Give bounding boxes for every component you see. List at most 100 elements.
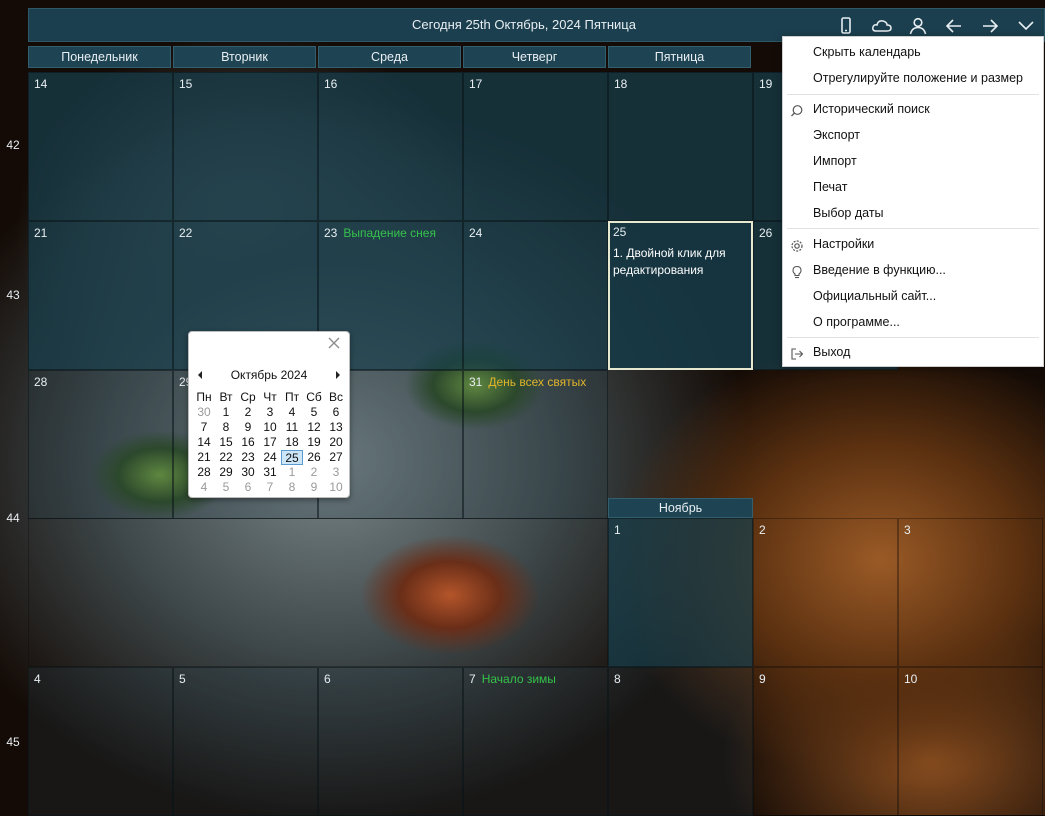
picker-day[interactable]: 27 [325,450,347,465]
menu-item-feature-intro[interactable]: Введение в функцию... [783,258,1043,282]
menu-item-print[interactable]: Печат [783,175,1043,199]
day-cell[interactable]: 21 [28,221,173,370]
day-cell[interactable]: 31 День всех святых [463,370,608,519]
picker-weekday: Вс [328,390,343,404]
picker-week-row: 14 15 16 17 18 19 20 [193,435,347,450]
triangle-left-icon[interactable] [195,369,205,381]
weekday-header: Вторник [173,46,316,68]
menu-item-adjust-position[interactable]: Отрегулируйте положение и размер [783,66,1043,90]
picker-day[interactable]: 21 [193,450,215,465]
menu-item-history-search[interactable]: Исторический поиск [783,97,1043,121]
menu-item-date-select[interactable]: Выбор даты [783,201,1043,225]
picker-day[interactable]: 23 [237,450,259,465]
picker-day[interactable]: 10 [259,420,281,435]
picker-weekday: Сб [306,390,322,404]
picker-day[interactable]: 30 [237,465,259,480]
picker-day[interactable]: 3 [259,405,281,420]
phone-icon[interactable] [835,16,857,36]
picker-day[interactable]: 7 [193,420,215,435]
day-cell-today[interactable]: 25 1. Двойной клик для редактирования [608,221,753,370]
menu-item-exit[interactable]: Выход [783,340,1043,364]
picker-day[interactable]: 28 [193,465,215,480]
picker-day[interactable]: 6 [237,480,259,495]
close-icon[interactable] [327,336,341,350]
triangle-right-icon[interactable] [333,369,343,381]
picker-day-selected[interactable]: 25 [281,450,303,465]
arrow-left-icon[interactable] [943,16,965,36]
picker-day[interactable]: 1 [215,405,237,420]
picker-day[interactable]: 10 [325,480,347,495]
picker-day[interactable]: 2 [237,405,259,420]
picker-month-title[interactable]: Октябрь 2024 [209,368,329,382]
day-cell[interactable]: 16 [318,72,463,221]
picker-day[interactable]: 9 [303,480,325,495]
picker-day[interactable]: 24 [259,450,281,465]
event-note[interactable]: 1. Двойной клик для редактирования [613,245,747,279]
picker-day[interactable]: 3 [325,465,347,480]
date-picker-popup: Октябрь 2024 Пн Вт Ср Чт Пт Сб Вс 30 1 2… [188,331,350,498]
day-cell[interactable]: 7 Начало зимы [463,667,608,816]
day-cell[interactable]: 18 [608,72,753,221]
picker-day[interactable]: 29 [215,465,237,480]
picker-day[interactable]: 22 [215,450,237,465]
day-cell[interactable]: 14 [28,72,173,221]
chevron-down-icon[interactable] [1015,16,1037,36]
picker-day[interactable]: 30 [193,405,215,420]
day-cell[interactable]: 1 [608,518,753,667]
picker-day[interactable]: 8 [215,420,237,435]
picker-day[interactable]: 8 [281,480,303,495]
picker-weekday: Ср [240,390,256,404]
menu-item-settings[interactable]: Настройки [783,232,1043,256]
weekday-header: Пятница [608,46,751,68]
picker-day[interactable]: 9 [237,420,259,435]
month-label: Ноябрь [608,498,753,518]
picker-day[interactable]: 5 [303,405,325,420]
picker-day[interactable]: 17 [259,435,281,450]
day-cell[interactable]: 4 [28,667,173,816]
day-cell[interactable]: 8 [608,667,753,816]
day-number: 14 [34,77,48,91]
picker-day[interactable]: 19 [303,435,325,450]
picker-day[interactable]: 15 [215,435,237,450]
picker-day[interactable]: 20 [325,435,347,450]
picker-day[interactable]: 7 [259,480,281,495]
day-cell[interactable]: 28 [28,370,173,519]
menu-item-label: Скрыть календарь [813,45,921,59]
day-number: 26 [759,226,773,240]
options-menu: Скрыть календарь Отрегулируйте положение… [782,36,1044,367]
menu-item-import[interactable]: Импорт [783,149,1043,173]
day-cell[interactable]: 9 [753,667,898,816]
menu-item-about[interactable]: О программе... [783,310,1043,334]
picker-day[interactable]: 6 [325,405,347,420]
picker-day[interactable]: 12 [303,420,325,435]
day-cell[interactable]: 10 [898,667,1043,816]
day-cell[interactable]: 5 [173,667,318,816]
day-number-value: 23 [324,226,338,240]
picker-day[interactable]: 18 [281,435,303,450]
picker-day[interactable]: 5 [215,480,237,495]
picker-day[interactable]: 2 [303,465,325,480]
day-cell[interactable]: 2 [753,518,898,667]
picker-day[interactable]: 16 [237,435,259,450]
menu-item-official-site[interactable]: Официальный сайт... [783,284,1043,308]
day-cell[interactable]: 6 [318,667,463,816]
empty-cell [28,518,608,667]
menu-item-hide-calendar[interactable]: Скрыть календарь [783,40,1043,64]
day-cell[interactable]: 15 [173,72,318,221]
picker-day[interactable]: 4 [193,480,215,495]
menu-item-export[interactable]: Экспорт [783,123,1043,147]
day-cell[interactable]: 17 [463,72,608,221]
cloud-icon[interactable] [871,16,893,36]
picker-weekday: Пн [196,390,212,404]
picker-day[interactable]: 4 [281,405,303,420]
day-cell[interactable]: 24 [463,221,608,370]
arrow-right-icon[interactable] [979,16,1001,36]
picker-day[interactable]: 14 [193,435,215,450]
picker-day[interactable]: 1 [281,465,303,480]
picker-day[interactable]: 31 [259,465,281,480]
picker-day[interactable]: 11 [281,420,303,435]
picker-day[interactable]: 13 [325,420,347,435]
day-cell[interactable]: 3 [898,518,1043,667]
user-icon[interactable] [907,16,929,36]
picker-day[interactable]: 26 [303,450,325,465]
